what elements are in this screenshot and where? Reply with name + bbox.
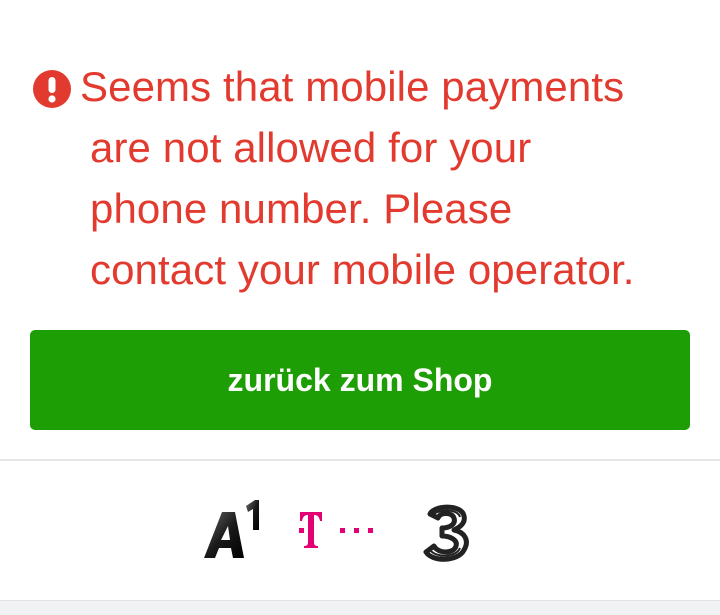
error-text: Seems that mobile payments are not allow… [80, 56, 720, 300]
error-line-2: are not allowed for your [90, 124, 532, 171]
operator-logos [0, 490, 720, 580]
back-to-shop-button[interactable]: zurück zum Shop [30, 330, 690, 430]
error-line-3: phone number. Please [90, 185, 513, 232]
a1-logo [204, 500, 259, 558]
error-line-1: Seems that mobile payments [80, 63, 625, 110]
exclamation-circle-icon [33, 70, 71, 108]
three-logo [423, 504, 469, 562]
payment-error-page: Seems that mobile payments are not allow… [0, 0, 720, 615]
error-line-4: contact your mobile operator. [90, 246, 635, 293]
footer-strip [0, 600, 720, 615]
telekom-logo [299, 512, 373, 548]
divider [0, 459, 720, 461]
